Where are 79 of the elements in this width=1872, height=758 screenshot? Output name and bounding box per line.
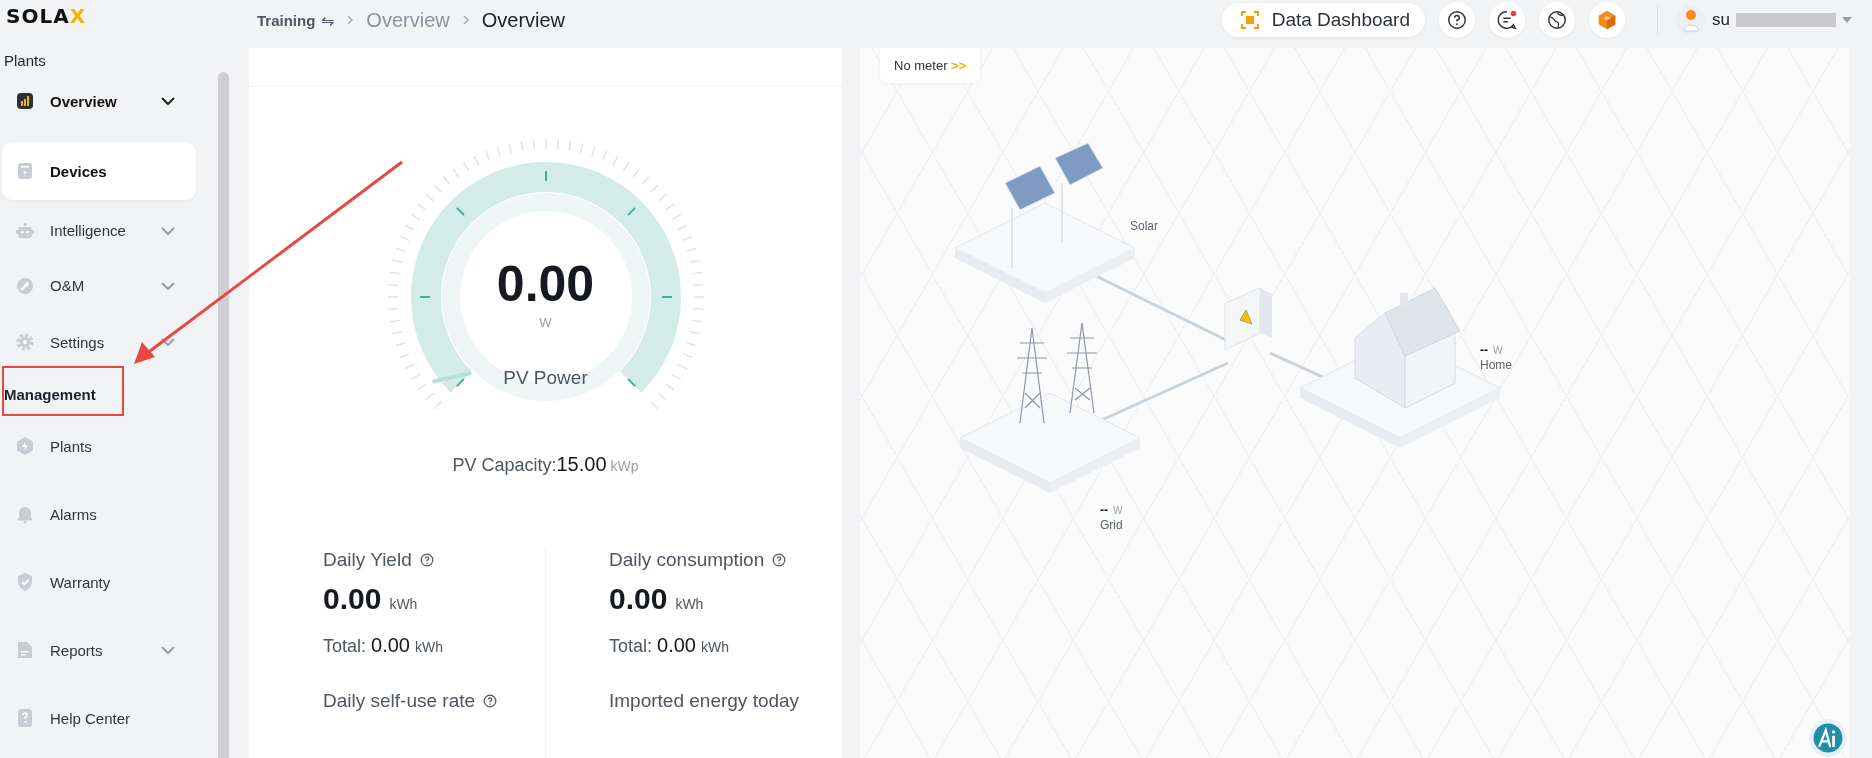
breadcrumb-item: Overview [481,8,566,32]
station-name[interactable]: Training [257,11,316,29]
total-value: 0.00 [371,634,410,657]
scrollbar[interactable] [218,72,229,758]
user-menu[interactable]: su [1657,5,1852,35]
nav-item[interactable]: Settings [2,313,196,371]
help-icon[interactable] [483,694,498,708]
power-reading: -- [1480,343,1488,357]
stat-label: Daily consumption [609,549,765,571]
globe-button[interactable] [1539,2,1576,38]
switch-icon[interactable]: ⇋ [321,10,335,30]
bell-icon [15,504,35,524]
stat-unit: kWh [675,596,704,612]
capacity-label: PV Capacity: [452,455,557,476]
power-value: 0.00 [495,255,596,313]
shield-icon [15,572,35,592]
stat-label: Imported energy today [609,690,800,712]
nav-item[interactable]: Alarms [2,481,196,547]
message-icon [1496,9,1519,31]
stat-label: Daily Yield [323,549,412,571]
nav-item[interactable]: Intelligence [2,203,196,258]
total-label: Total: [323,636,367,657]
capacity-unit: kWp [610,458,639,474]
nav-item[interactable]: Help Center [2,685,196,751]
gear-icon [15,332,35,352]
total-value: 0.00 [657,634,696,657]
globe-icon [1546,9,1569,31]
device-icon [15,161,35,181]
nav-item[interactable]: Plants [2,413,196,479]
chevron-down-icon [160,96,176,106]
chevron-down-icon [160,337,176,347]
power-unit: W [1493,345,1503,356]
nav-item[interactable]: Devices [2,142,196,200]
node-label: Solar [1130,219,1158,233]
capacity-value: 15.00 [556,453,607,476]
node-label: Home [1480,358,1512,372]
nav-item[interactable]: O&M [2,258,196,313]
chevron-down-icon [160,645,176,655]
stat-label: Daily self-use rate [323,690,476,712]
inverter-drawing [1224,287,1272,351]
power-unit: W [1113,505,1123,516]
plant-icon [15,436,35,456]
help-icon[interactable] [419,553,434,567]
total-label: Total: [609,636,653,657]
nav-item[interactable]: Warranty [2,549,196,615]
nav-item[interactable]: Overview [2,72,196,130]
data-dashboard-button[interactable]: Data Dashboard [1221,3,1426,37]
message-button[interactable] [1489,2,1526,38]
avatar-icon [1676,5,1707,35]
total-unit: kWh [414,639,443,655]
chevron-down-icon [160,280,176,291]
wrench-icon [15,275,35,296]
gauge-label: PV Power [502,367,589,389]
section-title: Management [4,386,96,403]
help-icon [1446,9,1469,31]
solax-logo: SOLAX [6,4,87,28]
node-label: Grid [1100,518,1123,532]
power-reading: -- [1100,503,1108,517]
fullscreen-icon [1239,10,1260,30]
stat-value: 0.00 [323,582,382,616]
chevron-right-icon [461,14,470,26]
nav-item[interactable]: Reports [2,617,196,683]
power-unit: W [538,315,553,330]
stat-value: 0.00 [609,582,668,616]
stat-unit: kWh [389,596,418,612]
total-unit: kWh [700,639,729,655]
section-title: Plants [4,52,46,69]
chevron-right-icon [346,14,355,26]
cube-button[interactable] [1589,2,1626,38]
help-icon[interactable] [772,553,787,567]
ai-assistant-button[interactable] [1808,718,1848,758]
chevron-down-icon [160,225,176,236]
help-button[interactable] [1439,2,1476,38]
chart-icon [15,91,35,111]
robot-icon [15,220,35,241]
meter-chip[interactable]: No meter >> [880,48,981,83]
file-icon [15,640,35,660]
caret-down-icon [1842,17,1852,23]
help-icon [15,708,35,728]
